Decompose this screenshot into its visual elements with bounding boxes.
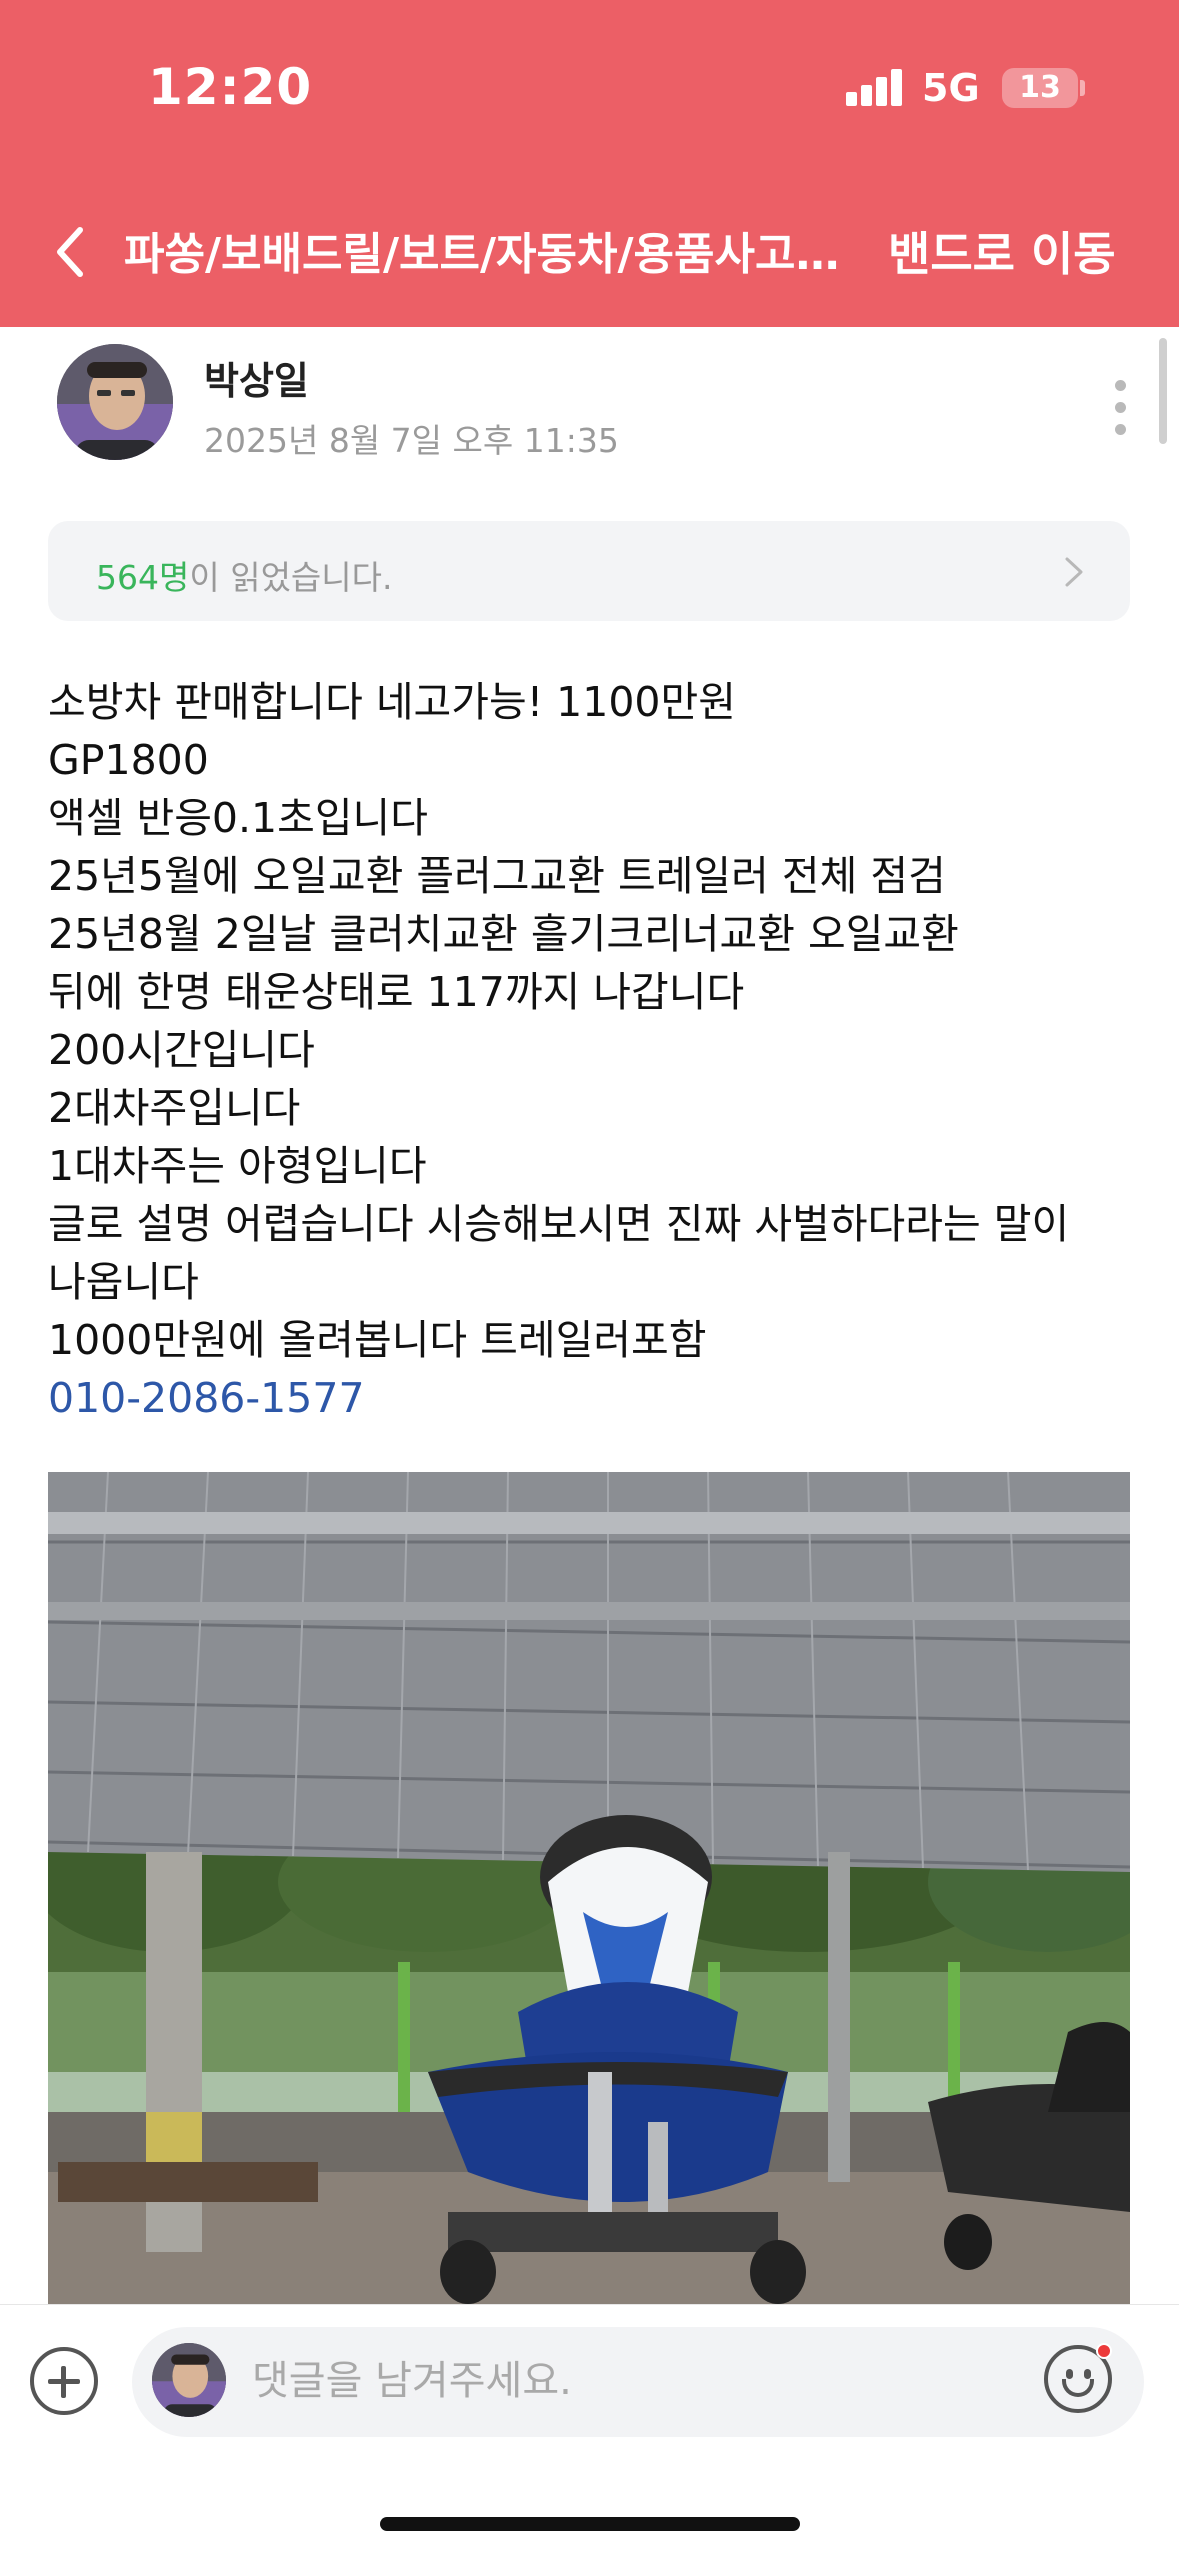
post-line: 뒤에 한명 태운상태로 117까지 나갑니다 [48,968,745,1016]
post-line: 2대차주입니다 [48,1084,301,1132]
read-count-box[interactable]: 564명이 읽었습니다. [48,521,1130,621]
battery-tip [1080,80,1085,96]
read-count-suffix: 이 읽었습니다. [189,558,393,597]
read-count-text: 564명이 읽었습니다. [96,551,393,599]
chevron-right-icon [1065,557,1083,587]
home-indicator[interactable] [380,2517,800,2531]
emoji-notification-dot [1096,2343,1112,2359]
plus-circle-icon[interactable] [30,2347,98,2415]
signal-icon [846,66,906,106]
post-line: GP1800 [48,736,209,784]
scrollbar[interactable] [1159,338,1167,444]
band-title: 파쏭/보배드릴/보트/자동차/용품사고… [124,229,840,280]
post-line: 나옵니다 [48,1258,199,1306]
post-line: 25년8월 2일날 클러치교환 흘기크리너교환 오일교환 [48,910,959,958]
comment-input[interactable] [252,2351,1012,2411]
more-vertical-icon[interactable] [1110,378,1130,438]
back-button[interactable] [48,222,98,282]
author-name[interactable]: 박상일 [204,350,309,405]
read-count: 564명 [96,558,190,597]
post-content: 소방차 판매합니다 네고가능! 1100만원 GP1800 액셀 반응0.1초입… [48,673,1148,1427]
post-line: 25년5월에 오일교환 플러그교환 트레일러 전체 점검 [48,852,946,900]
post-line: 액셀 반응0.1초입니다 [48,794,428,842]
battery-level: 13 [1019,70,1061,105]
battery-icon: 13 [1002,68,1078,108]
post-line: 글로 설명 어렵습니다 시승해보시면 진짜 사벌하다라는 말이 [48,1200,1070,1248]
network-type: 5G [922,66,980,110]
author-avatar[interactable] [57,344,173,460]
post-line: 1000만원에 올려봅니다 트레일러포함 [48,1316,707,1364]
post-line: 200시간입니다 [48,1026,315,1074]
go-to-band-button[interactable]: 밴드로 이동 [888,218,1116,284]
my-avatar [152,2343,226,2417]
status-time: 12:20 [148,58,313,116]
jet-ski-photo[interactable] [48,1472,1130,2304]
app-header: 12:20 5G 13 파쏭/보배드릴/보트/자동차/용품사고… 밴드로 이동 [0,0,1179,327]
post-line: 소방차 판매합니다 네고가능! 1100만원 [48,678,736,726]
post-date: 2025년 8월 7일 오후 11:35 [204,421,619,460]
phone-link[interactable]: 010-2086-1577 [48,1369,1148,1427]
chevron-left-icon [57,227,83,277]
post-line: 1대차주는 아형입니다 [48,1142,427,1190]
